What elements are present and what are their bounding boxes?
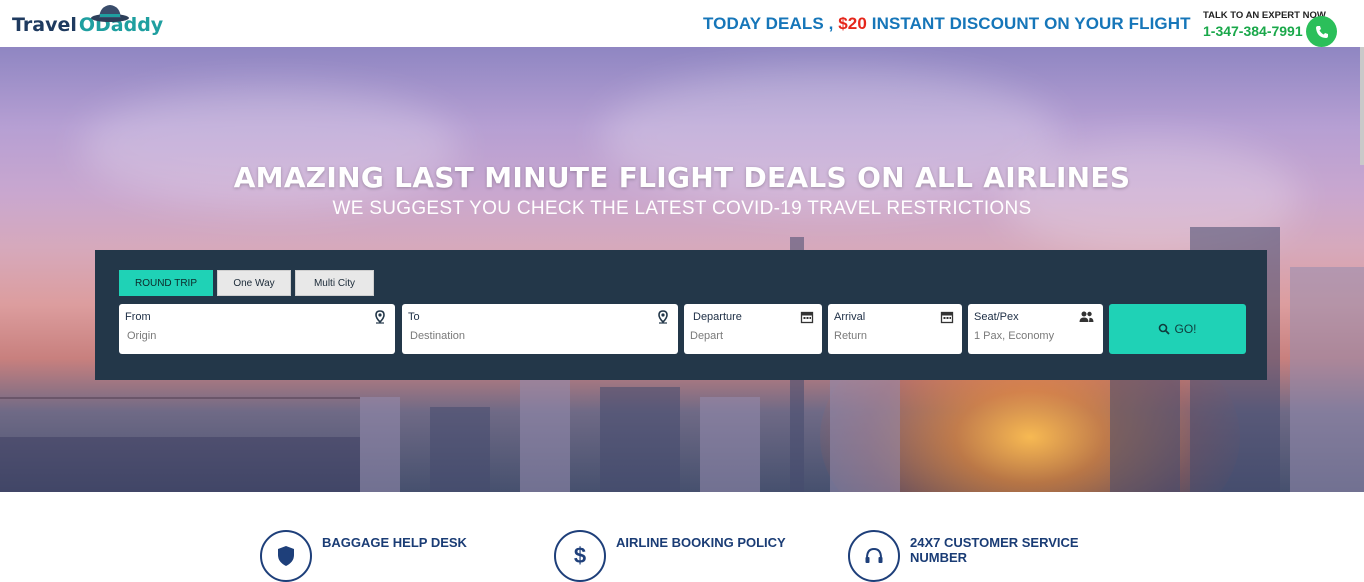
building <box>700 397 760 492</box>
departure-field[interactable]: Departure Depart <box>684 304 822 354</box>
tab-round-trip[interactable]: ROUND TRIP <box>119 270 213 296</box>
building <box>430 407 490 492</box>
people-icon <box>1079 311 1094 322</box>
calendar-icon <box>940 311 954 324</box>
departure-input[interactable]: Depart <box>690 330 723 342</box>
hero-title: AMAZING LAST MINUTE FLIGHT DEALS ON ALL … <box>233 161 1131 194</box>
dollar-icon: $ <box>573 543 587 568</box>
departure-label: Departure <box>693 311 742 323</box>
destination-input[interactable]: Destination <box>410 330 465 342</box>
arrival-input[interactable]: Return <box>834 330 867 342</box>
shield-icon <box>278 546 294 566</box>
hero-subtitle: WE SUGGEST YOU CHECK THE LATEST COVID-19… <box>332 198 1032 219</box>
phone-number-link[interactable]: 1-347-384-7991 <box>1203 23 1303 39</box>
hat-icon <box>91 5 129 22</box>
map-pin-icon <box>375 310 385 324</box>
shoreline <box>0 437 360 492</box>
phone-call-button[interactable] <box>1306 16 1337 47</box>
map-pin-icon <box>658 310 668 324</box>
page-scrollbar[interactable] <box>1360 47 1364 165</box>
origin-input[interactable]: Origin <box>127 330 156 342</box>
origin-field[interactable]: From Origin <box>119 304 395 354</box>
search-icon <box>1159 323 1171 335</box>
site-header: Travel O Daddy TODAY DEALS , $20 INSTANT D… <box>0 0 1364 47</box>
building <box>520 377 570 492</box>
flight-search-panel: ROUND TRIP One Way Multi City From Origi… <box>95 250 1267 380</box>
tab-multi-city[interactable]: Multi City <box>295 270 374 296</box>
deals-suffix: INSTANT DISCOUNT ON YOUR FLIGHT <box>871 14 1191 33</box>
service-icon-circle <box>260 530 312 582</box>
service-label: BAGGAGE HELP DESK <box>322 535 467 550</box>
passenger-input[interactable]: 1 Pax, Economy <box>974 330 1054 342</box>
tab-one-way[interactable]: One Way <box>217 270 291 296</box>
search-go-button[interactable]: GO! <box>1109 304 1246 354</box>
building <box>1110 377 1180 492</box>
headset-icon <box>865 547 883 563</box>
service-label: AIRLINE BOOKING POLICY <box>616 535 786 550</box>
phone-icon <box>1315 25 1328 38</box>
origin-label: From <box>125 311 151 323</box>
service-label: 24X7 CUSTOMER SERVICE NUMBER <box>910 535 1079 565</box>
service-icon-circle: $ <box>554 530 606 582</box>
site-logo[interactable]: Travel O Daddy <box>12 5 163 40</box>
deals-prefix: TODAY DEALS , <box>703 14 834 33</box>
bridge-silhouette <box>0 397 360 429</box>
service-icon-circle <box>848 530 900 582</box>
today-deals-banner[interactable]: TODAY DEALS , $20 INSTANT DISCOUNT ON YO… <box>703 14 1191 34</box>
expert-label: TALK TO AN EXPERT NOW <box>1203 10 1326 21</box>
destination-field[interactable]: To Destination <box>402 304 678 354</box>
arrival-field[interactable]: Arrival Return <box>828 304 962 354</box>
destination-label: To <box>408 311 420 323</box>
logo-text-travel: Travel <box>12 14 77 36</box>
go-label: GO! <box>1174 322 1197 336</box>
building <box>1290 267 1364 492</box>
arrival-label: Arrival <box>834 311 866 323</box>
deals-amount: $20 <box>838 14 867 33</box>
calendar-icon <box>800 311 814 324</box>
building <box>830 377 900 492</box>
building <box>600 387 680 492</box>
passenger-label: Seat/Pex <box>974 311 1019 323</box>
building <box>360 397 400 492</box>
passenger-field[interactable]: Seat/Pex 1 Pax, Economy <box>968 304 1103 354</box>
